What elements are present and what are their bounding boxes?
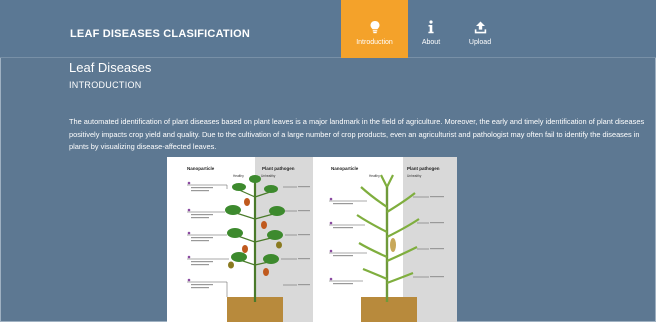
brand-title[interactable]: LEAF DISEASES CLASIFICATION [70,28,250,40]
info-icon [427,19,435,35]
figure-panel-right: Nanoparticle Plant pathogen Healthy Unhe… [317,157,457,322]
nav-about[interactable]: About [414,0,448,58]
plant-disease-figure: Nanoparticle Plant pathogen Healthy Unhe… [167,157,457,322]
nav-about-label: About [421,39,441,46]
maize-plant-illustration [329,174,444,322]
navbar: LEAF DISEASES CLASIFICATION Introduction… [0,0,656,58]
nav-upload-label: Upload [468,39,492,46]
page-title: Leaf Diseases [69,60,152,75]
intro-paragraph: The automated identification of plant di… [69,117,645,151]
figure-panel-left: Nanoparticle Plant pathogen Healthy Unhe… [167,157,313,322]
nav-upload[interactable]: Upload [460,0,500,58]
upload-icon [474,19,487,35]
pepper-plant-illustration [187,175,310,322]
page-subtitle: INTRODUCTION [69,80,142,90]
nav-introduction[interactable]: Introduction [341,0,408,58]
lightbulb-icon [369,19,381,35]
nav-introduction-label: Introduction [356,39,393,46]
